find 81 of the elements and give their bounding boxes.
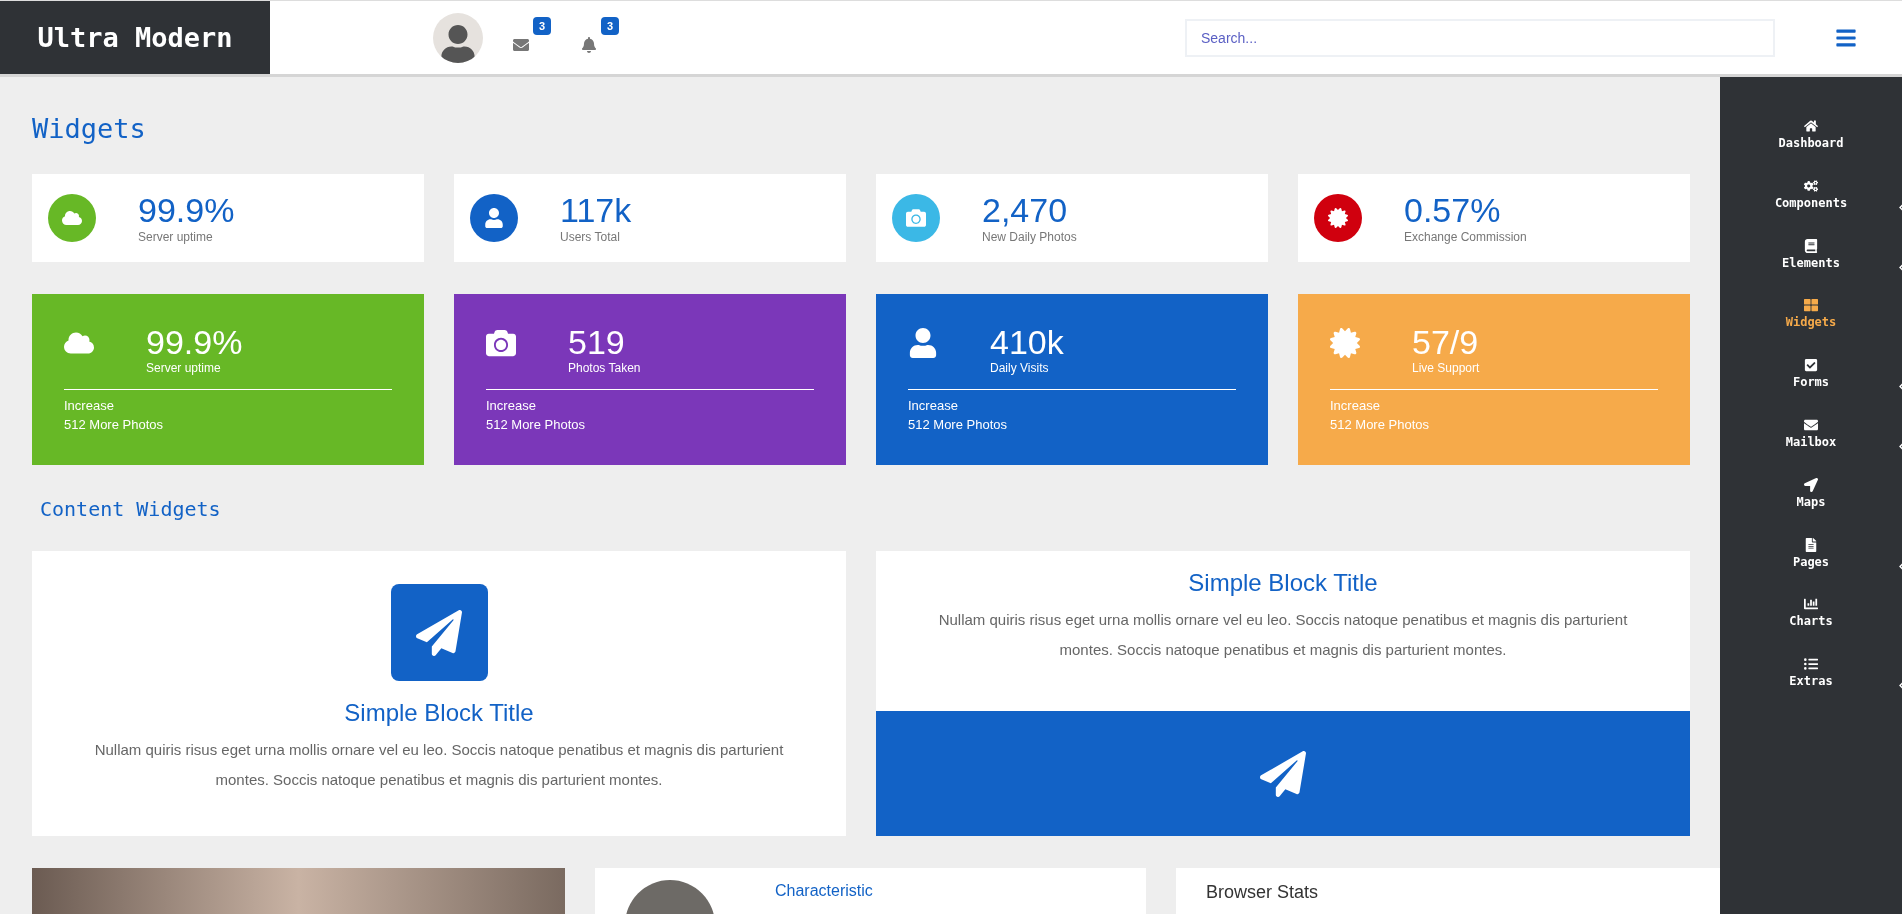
stat-label: New Daily Photos [982, 229, 1077, 244]
list-icon [1804, 657, 1818, 672]
avatar[interactable] [433, 12, 483, 63]
sidebar-item[interactable]: Mailbox [1720, 418, 1902, 478]
stat-label: Users Total [560, 229, 621, 244]
camera-icon [906, 208, 926, 228]
tile-value: 519 [568, 324, 626, 362]
stat-label: Server uptime [138, 229, 214, 244]
sidebar-label: Pages [1792, 554, 1830, 569]
tile-value: 410k [990, 324, 1064, 362]
arrow-icon [1804, 477, 1818, 492]
mail-count-badge: 3 [532, 16, 551, 35]
sidebar-label: Elements [1782, 255, 1840, 270]
sidebar-label: Mailbox [1785, 435, 1837, 449]
search-field[interactable]: Search... [1185, 18, 1775, 57]
tile-footer-text: 512 More Photos [1330, 416, 1430, 434]
badge-icon [1328, 208, 1348, 228]
sidebar-item[interactable]: Components [1720, 178, 1902, 239]
profile-link[interactable]: Characteristic [775, 882, 873, 900]
block-title: Simple Block Title [1188, 569, 1378, 597]
bell-icon [581, 36, 597, 53]
card-title: Browser Stats [1206, 882, 1319, 903]
section-title: Content Widgets [40, 497, 222, 521]
notification-count-badge: 3 [600, 16, 619, 35]
stat-label: Exchange Commission [1404, 229, 1527, 244]
tile-footer-title: Increase [64, 397, 115, 415]
tile-footer-title: Increase [1330, 397, 1381, 415]
block-text: Nullam quiris risus eget urna mollis ornare vel eu leo. Soccis natoque penatibus et magnis dis parturient montes. Soccis natoque penatibus et magnis dis parturient montes. [93, 740, 785, 790]
tile-footer-text: 512 More Photos [486, 416, 586, 434]
checkbox-icon [1804, 358, 1818, 373]
tile-label: Server uptime [146, 361, 222, 376]
sidebar-label: Dashboard [1778, 136, 1844, 150]
home-icon [1804, 119, 1818, 133]
stat-value: 0.57% [1404, 192, 1502, 230]
sidebar-item[interactable]: Pages [1720, 537, 1902, 598]
paper-plane-icon [1260, 750, 1306, 797]
stat-value: 99.9% [138, 192, 235, 230]
user-silhouette-icon [439, 24, 477, 63]
grid-icon [1804, 298, 1818, 313]
badge-icon [1330, 328, 1360, 358]
sidebar-label: Charts [1789, 614, 1833, 629]
sidebar-item[interactable]: Forms [1720, 358, 1902, 418]
tile-label: Daily Visits [990, 361, 1050, 376]
envelope-icon [513, 36, 529, 53]
stat-value: 117k [560, 192, 632, 230]
block-text: Nullam quiris risus eget urna mollis ornare vel eu leo. Soccis natoque penatibus et magnis dis parturient montes. Soccis natoque penatibus et magnis dis parturient montes. [937, 610, 1629, 660]
book-icon [1804, 238, 1818, 253]
tile-footer-text: 512 More Photos [908, 416, 1008, 434]
notification-button[interactable]: 3 [573, 16, 619, 59]
sidebar-label: Maps [1796, 494, 1826, 509]
mail-button[interactable]: 3 [505, 16, 551, 59]
sidebar-item[interactable]: Maps [1720, 477, 1902, 538]
paper-plane-icon [416, 609, 462, 656]
tile-label: Photos Taken [568, 361, 641, 376]
tile-value: 99.9% [146, 324, 243, 362]
gears-icon [1804, 178, 1818, 193]
user-icon [484, 208, 504, 228]
tile-footer-title: Increase [908, 397, 959, 415]
sidebar-item[interactable]: Charts [1720, 597, 1902, 658]
document-icon [1804, 537, 1818, 552]
stat-value: 2,470 [982, 192, 1069, 230]
sidebar-item[interactable]: Extras [1720, 657, 1902, 717]
sidebar-item[interactable]: Widgets [1720, 298, 1902, 359]
tile-value: 57/9 [1412, 324, 1480, 362]
block-title: Simple Block Title [344, 699, 534, 727]
user-icon [908, 328, 938, 358]
cloud-icon [62, 208, 82, 228]
chart-icon [1804, 597, 1818, 612]
sidebar-label: Forms [1792, 375, 1830, 390]
camera-icon [486, 328, 516, 358]
sidebar-item[interactable]: Dashboard [1720, 119, 1902, 179]
tile-label: Live Support [1412, 361, 1480, 376]
sidebar-label: Widgets [1785, 315, 1837, 330]
logo: Ultra Modern [0, 1, 270, 74]
sidebar-item[interactable]: Elements [1720, 238, 1902, 299]
tile-footer-text: 512 More Photos [64, 416, 164, 434]
tile-footer-title: Increase [486, 397, 537, 415]
envelope-icon [1804, 418, 1818, 432]
sidebar-label: Components [1774, 195, 1848, 210]
page-title: Widgets [32, 113, 147, 144]
sidebar-label: Extras [1789, 674, 1833, 689]
